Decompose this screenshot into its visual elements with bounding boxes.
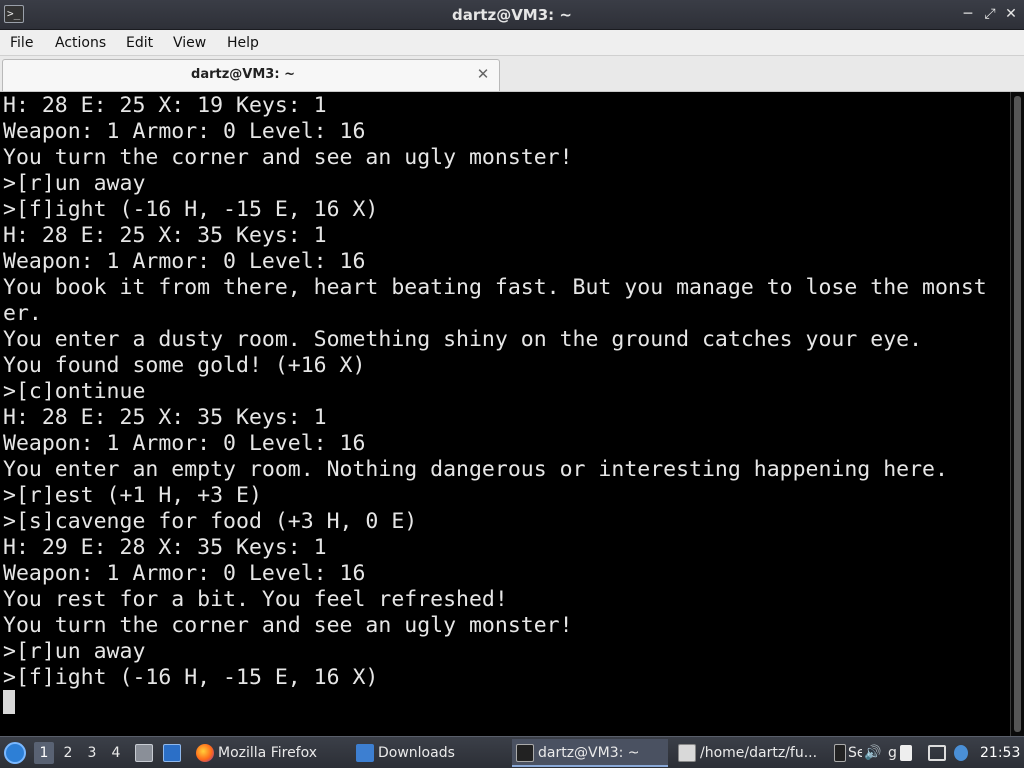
task-terminal-2[interactable]: Se — [834, 739, 862, 767]
volume-icon[interactable]: 🔊 — [864, 745, 881, 761]
terminal-line: You found some gold! (+16 X) — [3, 353, 366, 378]
terminal-line: Weapon: 1 Armor: 0 Level: 16 — [3, 249, 366, 274]
window-titlebar[interactable]: >_ dartz@VM3: ~ ─ ⤢ ✕ — [0, 0, 1024, 30]
terminal-line: H: 28 E: 25 X: 35 Keys: 1 — [3, 223, 327, 248]
minimize-icon[interactable]: ─ — [958, 4, 978, 24]
terminal-line: Weapon: 1 Armor: 0 Level: 16 — [3, 431, 366, 456]
task-label: Downloads — [378, 745, 455, 761]
terminal-line: H: 28 E: 25 X: 35 Keys: 1 — [3, 405, 327, 430]
terminal-scrollbar[interactable] — [1010, 92, 1024, 736]
terminal-cursor — [3, 690, 15, 714]
menu-bar: File Actions Edit View Help — [0, 30, 1024, 56]
show-desktop-icon[interactable] — [163, 744, 181, 762]
terminal-line: You book it from there, heart beating fa… — [3, 275, 987, 300]
clipboard-icon[interactable] — [900, 745, 912, 761]
task-label: dartz@VM3: ~ — [538, 745, 640, 761]
menu-edit[interactable]: Edit — [126, 30, 153, 56]
terminal-line: You rest for a bit. You feel refreshed! — [3, 587, 508, 612]
terminal-line: You turn the corner and see an ugly mons… — [3, 145, 573, 170]
terminal-line: Weapon: 1 Armor: 0 Level: 16 — [3, 119, 366, 144]
menu-file[interactable]: File — [10, 30, 33, 56]
terminal-line: er. — [3, 301, 42, 326]
terminal-view[interactable]: H: 28 E: 25 X: 19 Keys: 1 Weapon: 1 Armor… — [0, 92, 1024, 736]
folder-icon — [356, 744, 374, 762]
tab-label: dartz@VM3: ~ — [191, 67, 295, 82]
terminal-line: You turn the corner and see an ugly mons… — [3, 613, 573, 638]
task-label: Mozilla Firefox — [218, 745, 318, 761]
terminal-line: >[f]ight (-16 H, -15 E, 16 X) — [3, 665, 379, 690]
terminal-line: >[f]ight (-16 H, -15 E, 16 X) — [3, 197, 379, 222]
terminal-line: >[s]cavenge for food (+3 H, 0 E) — [3, 509, 418, 534]
task-label: Se — [848, 745, 862, 761]
terminal-icon — [516, 744, 534, 762]
maximize-icon[interactable]: ⤢ — [980, 4, 1000, 24]
terminal-line: >[c]ontinue — [3, 379, 146, 404]
tab-terminal[interactable]: dartz@VM3: ~ ✕ — [2, 59, 500, 91]
desktop-4[interactable]: 4 — [106, 742, 126, 764]
menu-actions[interactable]: Actions — [55, 30, 106, 56]
tab-close-icon[interactable]: ✕ — [475, 65, 491, 83]
firefox-icon — [196, 744, 214, 762]
task-text-editor[interactable]: /home/dartz/fu... — [674, 739, 830, 767]
terminal-line: H: 29 E: 28 X: 35 Keys: 1 — [3, 535, 327, 560]
desktop-3[interactable]: 3 — [82, 742, 102, 764]
scrollbar-thumb[interactable] — [1014, 96, 1021, 732]
network-icon[interactable] — [928, 745, 946, 761]
clock[interactable]: 21:53 — [980, 737, 1020, 768]
tab-bar: dartz@VM3: ~ ✕ — [0, 56, 1024, 92]
task-firefox[interactable]: Mozilla Firefox — [192, 739, 344, 767]
terminal-output: H: 28 E: 25 X: 19 Keys: 1 Weapon: 1 Armor… — [3, 93, 1003, 691]
task-downloads[interactable]: Downloads — [352, 739, 504, 767]
updates-icon[interactable] — [954, 745, 968, 761]
desktop-2[interactable]: 2 — [58, 742, 78, 764]
terminal-line: >[r]un away — [3, 639, 146, 664]
terminal-line: You enter a dusty room. Something shiny … — [3, 327, 923, 352]
terminal-line: >[r]un away — [3, 171, 146, 196]
task-label: /home/dartz/fu... — [700, 745, 818, 761]
terminal-line: H: 28 E: 25 X: 19 Keys: 1 — [3, 93, 327, 118]
desktop-1[interactable]: 1 — [34, 742, 54, 764]
terminal-line: Weapon: 1 Armor: 0 Level: 16 — [3, 561, 366, 586]
file-manager-launcher-icon[interactable] — [135, 744, 153, 762]
taskbar: 1 2 3 4 Mozilla Firefox Downloads dartz@… — [0, 736, 1024, 768]
start-menu-icon[interactable] — [4, 742, 26, 764]
task-terminal[interactable]: dartz@VM3: ~ — [512, 739, 668, 767]
close-icon[interactable]: ✕ — [1001, 4, 1021, 24]
terminal-line: >[r]est (+1 H, +3 E) — [3, 483, 262, 508]
menu-help[interactable]: Help — [227, 30, 259, 56]
terminal-icon — [834, 744, 846, 762]
menu-view[interactable]: View — [173, 30, 206, 56]
task-label: g — [888, 745, 897, 761]
text-editor-icon — [678, 744, 696, 762]
terminal-line: You enter an empty room. Nothing dangero… — [3, 457, 948, 482]
window-title: dartz@VM3: ~ — [452, 6, 572, 24]
